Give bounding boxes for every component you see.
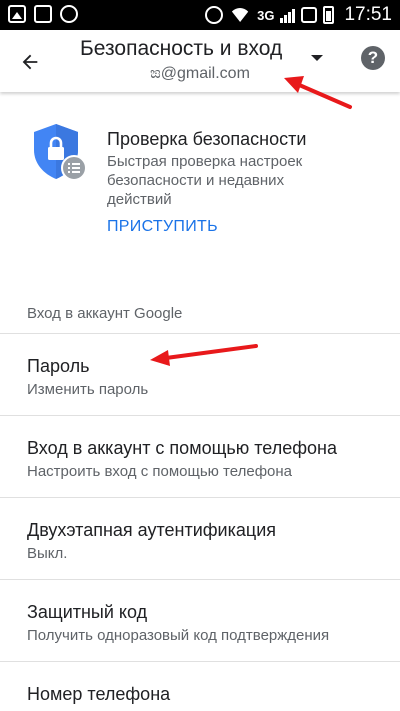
item-subtitle: Выкл. xyxy=(27,545,68,562)
account-email[interactable]: ಙ@gmail.com xyxy=(150,65,250,83)
status-bar: 3G 17:51 xyxy=(0,0,400,30)
security-shield-icon xyxy=(34,124,87,181)
checkup-description: Быстрая проверка настроек безопасности и… xyxy=(107,153,303,208)
list-item-security-code[interactable]: Защитный код Получить одноразовый код по… xyxy=(0,579,400,661)
list-item-phone-number[interactable]: Номер телефона xyxy=(0,661,400,711)
wifi-icon xyxy=(229,8,252,22)
clock: 17:51 xyxy=(344,4,392,25)
alarm-icon xyxy=(205,6,224,24)
app-notification-icon xyxy=(34,5,52,23)
item-title: Вход в аккаунт с помощью телефона xyxy=(27,438,338,458)
section-header: Вход в аккаунт Google xyxy=(27,305,183,322)
app-toolbar: Безопасность и вход ಙ@gmail.com ? xyxy=(0,30,400,92)
sim-icon xyxy=(301,7,318,23)
item-title: Номер телефона xyxy=(27,684,171,704)
battery-icon xyxy=(323,6,335,24)
help-button[interactable]: ? xyxy=(361,46,385,70)
item-subtitle: Изменить пароль xyxy=(27,381,149,398)
list-item-password[interactable]: Пароль Изменить пароль xyxy=(0,333,400,415)
gallery-notification-icon xyxy=(8,5,26,23)
list-item-two-step-verification[interactable]: Двухэтапная аутентификация Выкл. xyxy=(0,497,400,579)
item-title: Защитный код xyxy=(27,602,148,622)
list-item-phone-signin[interactable]: Вход в аккаунт с помощью телефона Настро… xyxy=(0,415,400,497)
check-notification-icon xyxy=(60,5,78,23)
item-title: Двухэтапная аутентификация xyxy=(27,520,277,540)
back-button[interactable] xyxy=(10,42,50,82)
checkup-title: Проверка безопасности xyxy=(107,129,307,149)
network-type: 3G xyxy=(257,7,275,23)
arrow-back-icon xyxy=(22,54,38,70)
security-checkup-card: Проверка безопасности Быстрая проверка н… xyxy=(0,92,400,262)
account-dropdown-caret-icon[interactable] xyxy=(311,55,323,61)
item-subtitle: Настроить вход с помощью телефона xyxy=(27,463,293,480)
page-title[interactable]: Безопасность и вход xyxy=(80,37,282,61)
item-title: Пароль xyxy=(27,356,90,376)
signal-icon xyxy=(280,7,296,23)
item-subtitle: Получить одноразовый код подтверждения xyxy=(27,627,330,644)
start-checkup-button[interactable]: ПРИСТУПИТЬ xyxy=(107,218,218,236)
